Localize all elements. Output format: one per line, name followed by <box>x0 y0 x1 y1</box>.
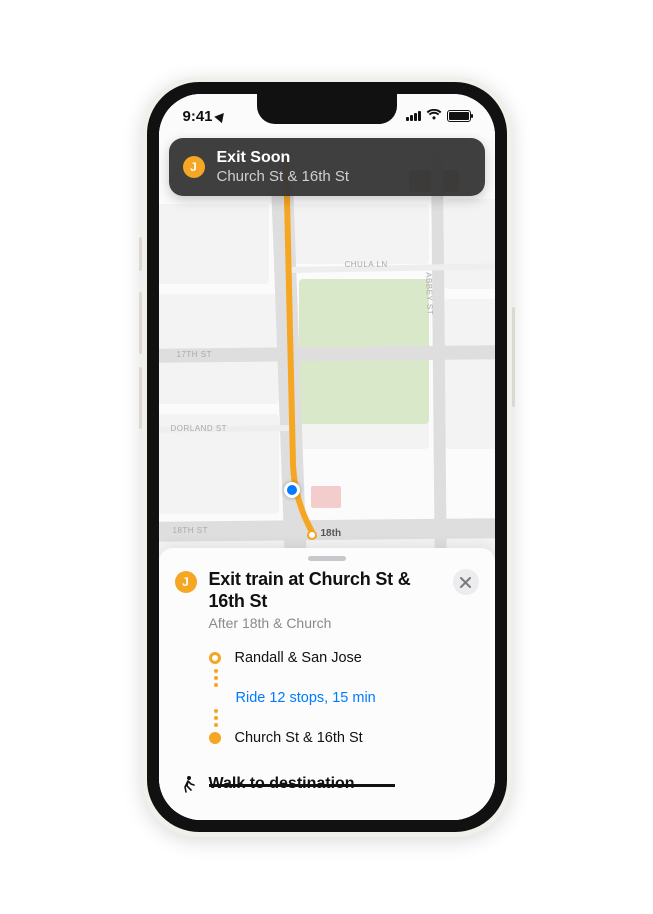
close-button[interactable] <box>453 569 479 595</box>
route-connector-icon <box>214 709 218 727</box>
stop-end: Church St & 16th St <box>235 730 363 746</box>
banner-title: Exit Soon <box>217 149 350 167</box>
street-label-dorland: DORLAND ST <box>171 424 228 433</box>
notch <box>257 94 397 124</box>
street-label-18th: 18TH ST <box>173 526 209 535</box>
volume-down-button <box>139 367 142 429</box>
screen: 9:41 <box>159 94 495 820</box>
status-time: 9:41 <box>183 108 213 125</box>
route-connector-icon <box>214 669 218 687</box>
side-button <box>512 307 515 407</box>
walk-label: Walk to destination <box>209 775 355 793</box>
stop-start: Randall & San Jose <box>235 650 362 666</box>
street-label-17th: 17TH ST <box>177 350 213 359</box>
street-label-abbey: ABBEY ST <box>424 272 434 315</box>
close-icon <box>460 577 471 588</box>
location-arrow-icon <box>214 109 227 122</box>
directions-sheet[interactable]: J Exit train at Church St & 16th St Afte… <box>159 548 495 820</box>
walk-icon <box>179 775 197 793</box>
transit-line-badge: J <box>175 571 197 593</box>
station-marker[interactable] <box>307 530 317 540</box>
mute-switch <box>139 237 142 271</box>
cellular-icon <box>406 111 421 121</box>
stop-node-icon <box>209 652 221 664</box>
screen-frame: 9:41 <box>147 82 507 832</box>
transit-line-badge: J <box>183 156 205 178</box>
route-stops: Randall & San Jose Ride 12 stops, 15 min… <box>209 647 479 749</box>
street-label-chula: CHULA LN <box>345 260 388 269</box>
walk-step[interactable]: Walk to destination <box>179 775 479 793</box>
wifi-icon <box>426 109 442 124</box>
volume-up-button <box>139 292 142 354</box>
sheet-title: Exit train at Church St & 16th St <box>209 569 441 613</box>
banner-subtitle: Church St & 16th St <box>217 168 350 185</box>
exit-notification-banner[interactable]: J Exit Soon Church St & 16th St <box>169 138 485 196</box>
battery-icon <box>447 110 471 122</box>
device-frame: 9:41 <box>142 77 512 837</box>
station-label: 18th <box>321 528 342 539</box>
ride-summary[interactable]: Ride 12 stops, 15 min <box>236 690 376 706</box>
sheet-grabber[interactable] <box>308 556 346 561</box>
sheet-subtitle: After 18th & Church <box>209 615 441 631</box>
stop-node-icon <box>209 732 221 744</box>
user-location-dot <box>284 482 300 498</box>
